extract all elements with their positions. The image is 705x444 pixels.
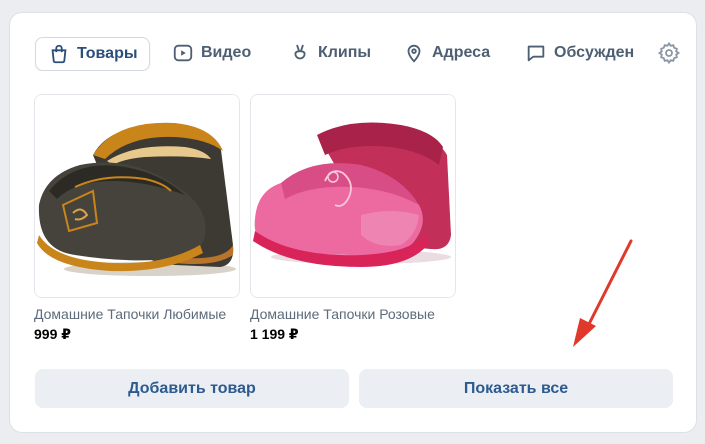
clips-icon <box>294 44 306 60</box>
product-price: 1 199 ₽ <box>250 326 299 342</box>
market-widget-card: Товары Видео Клипы Адреса Обсужден Домаш… <box>10 13 696 432</box>
gear-icon[interactable] <box>657 41 681 65</box>
show-all-label: Показать все <box>463 379 569 397</box>
tab-label: Обсужден <box>554 44 635 61</box>
location-pin-icon <box>407 44 421 63</box>
tab-video[interactable]: Видео <box>172 37 251 69</box>
show-all-button[interactable]: Показать все <box>359 369 673 408</box>
pink-slippers-image[interactable] <box>250 94 456 298</box>
tab-clips[interactable]: Клипы <box>289 37 371 69</box>
add-product-button[interactable]: Добавить товар <box>35 369 349 408</box>
tab-label: Видео <box>201 44 252 61</box>
tab-label: Адреса <box>432 44 491 61</box>
product-title[interactable]: Домашние Тапочки Любимые <box>34 306 234 322</box>
bag-icon <box>51 44 67 64</box>
tab-goods[interactable]: Товары <box>35 37 150 71</box>
video-icon <box>173 44 193 62</box>
section-tabs: Товары Видео Клипы Адреса Обсужден <box>35 37 662 71</box>
chat-bubble-icon <box>527 45 545 62</box>
product-price: 999 ₽ <box>34 326 71 342</box>
dark-slippers-image[interactable] <box>34 94 240 298</box>
tab-discussions[interactable]: Обсужден <box>525 37 634 69</box>
product-title[interactable]: Домашние Тапочки Розовые <box>250 306 450 322</box>
tab-label: Клипы <box>318 44 372 61</box>
tab-label: Товары <box>77 45 138 62</box>
add-product-label: Добавить товар <box>128 379 256 397</box>
product-card[interactable]: Домашние Тапочки Розовые 1 199 ₽ <box>250 94 456 343</box>
tab-addresses[interactable]: Адреса <box>403 37 490 69</box>
product-card[interactable]: Домашние Тапочки Любимые 999 ₽ <box>34 94 240 343</box>
